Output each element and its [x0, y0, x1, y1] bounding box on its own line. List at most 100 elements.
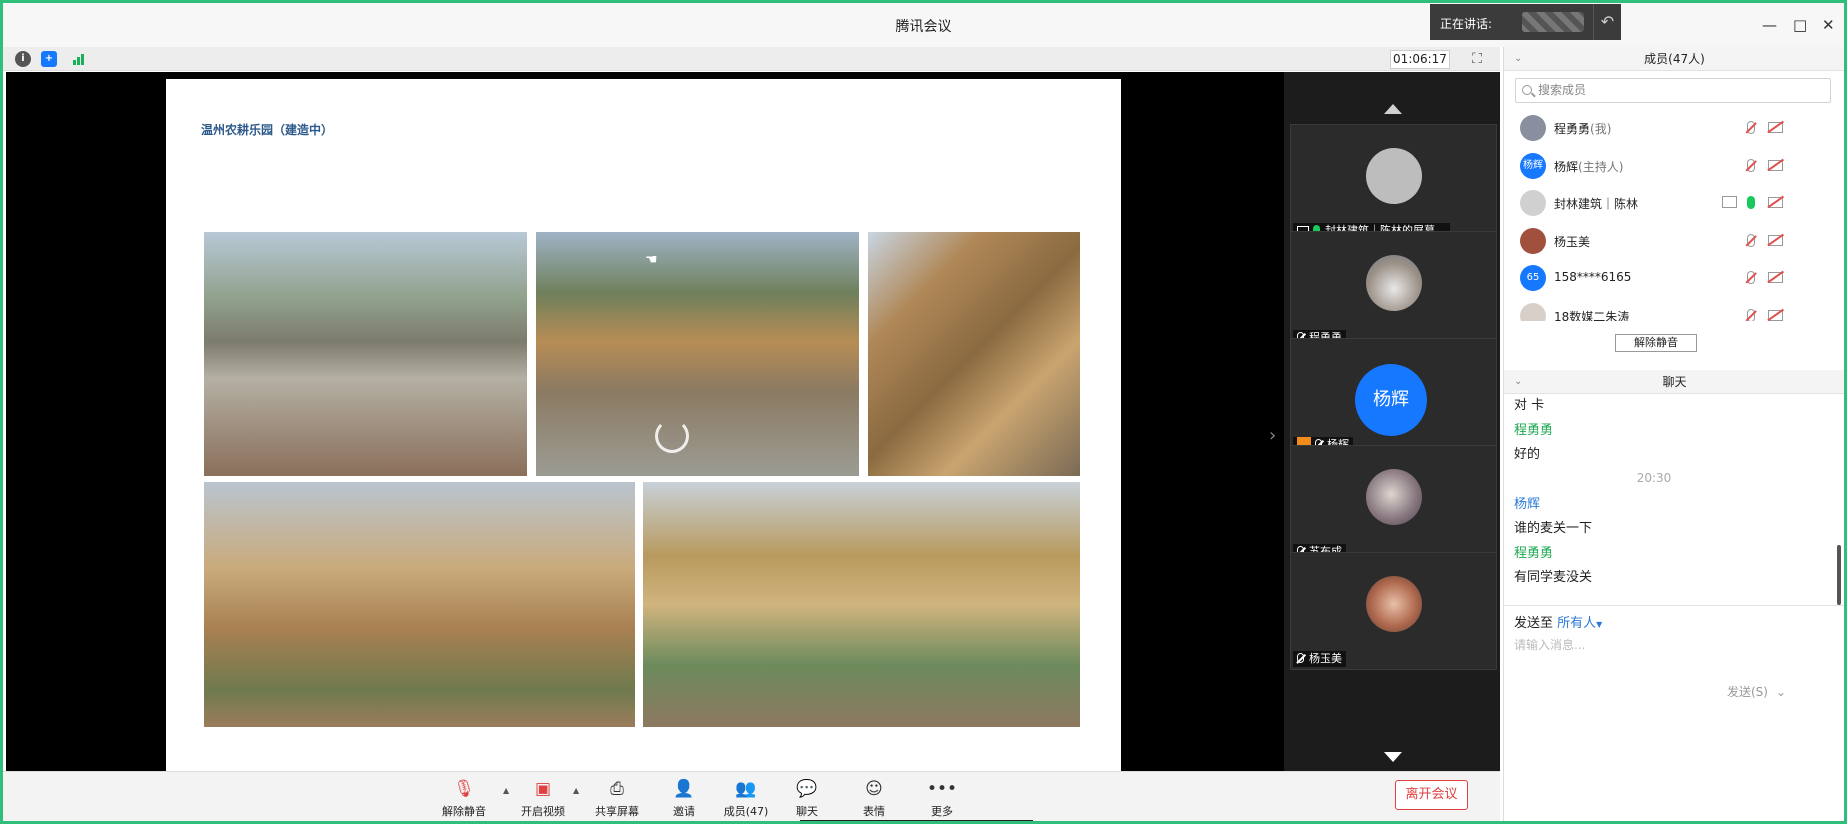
chevron-down-icon[interactable]: ⌄ — [1514, 47, 1522, 71]
chat-compose: 发送至 所有人▼ 请输入消息... 发送(S) ⌄ — [1504, 605, 1844, 821]
close-button[interactable]: ✕ — [1822, 15, 1835, 35]
mic-muted-icon[interactable] — [1747, 308, 1755, 321]
camera-off-icon[interactable] — [1768, 159, 1783, 171]
maximize-button[interactable]: □ — [1793, 15, 1807, 35]
mic-muted-icon[interactable] — [1747, 233, 1755, 247]
member-row[interactable]: 杨玉美 — [1504, 222, 1844, 260]
unmute-all-button[interactable]: 解除静音 — [1615, 334, 1697, 352]
chat-messages: 对 卡 程勇勇 好的 20:30 杨辉 谁的麦关一下 程勇勇 有同学麦没关 — [1504, 394, 1844, 602]
mic-muted-icon[interactable] — [1747, 271, 1755, 284]
camera-off-icon[interactable] — [1768, 197, 1783, 208]
member-row[interactable]: 18数媒二朱涛 — [1504, 297, 1844, 321]
invite-icon: 👤 — [673, 779, 695, 799]
avatar — [1520, 227, 1546, 254]
member-row[interactable]: 65 158****6165 — [1504, 259, 1844, 297]
chevron-down-icon[interactable]: ⌄ — [1776, 685, 1786, 699]
camera-off-icon[interactable] — [1768, 309, 1783, 321]
avatar — [1366, 255, 1422, 311]
start-video-button[interactable]: ▣ 开启视频 — [510, 778, 576, 821]
avatar — [1366, 469, 1422, 525]
more-icon: ••• — [926, 779, 958, 799]
chat-sender: 杨辉 — [1514, 497, 1541, 512]
video-tile[interactable]: 杨玉美 — [1290, 552, 1497, 670]
loading-spinner-icon — [655, 419, 689, 453]
more-button[interactable]: ••• 更多 — [909, 778, 975, 821]
avatar: 杨辉 — [1355, 364, 1427, 436]
screen-share-icon[interactable] — [1722, 196, 1737, 208]
reaction-button[interactable]: ☺ 表情 — [841, 778, 907, 821]
members-icon: 👥 — [735, 779, 757, 799]
reply-arrow-icon[interactable]: ↶ — [1593, 4, 1621, 40]
member-row[interactable]: 杨辉 杨辉(主持人) — [1504, 147, 1844, 185]
camera-off-icon[interactable] — [1768, 272, 1783, 283]
chat-icon: 💬 — [796, 779, 818, 799]
right-sidebar: ⌄ 成员(47人) 搜索成员 程勇勇(我) 杨辉 杨辉(主持人) 封林建筑｜陈林… — [1503, 47, 1844, 821]
mic-muted-icon[interactable] — [1747, 121, 1755, 134]
member-row[interactable]: 封林建筑｜陈林 — [1504, 184, 1844, 222]
send-button[interactable]: 发送(S) ⌄ — [1727, 683, 1786, 700]
minimize-button[interactable]: — — [1762, 15, 1777, 35]
message-input[interactable]: 请输入消息... — [1514, 636, 1585, 653]
unmute-button[interactable]: 🎙 解除静音 — [431, 778, 497, 821]
share-screen-button[interactable]: ⎙ 共享屏幕 — [584, 778, 650, 821]
speaking-label: 正在讲话: — [1440, 17, 1493, 31]
member-row[interactable]: 程勇勇(我) — [1504, 109, 1844, 147]
construction-photo — [643, 482, 1080, 727]
camera-off-icon[interactable] — [1768, 234, 1783, 246]
info-icon[interactable]: i — [15, 51, 31, 67]
search-members-input[interactable]: 搜索成员 — [1515, 78, 1831, 103]
members-list: 程勇勇(我) 杨辉 杨辉(主持人) 封林建筑｜陈林 杨玉美 65 158****… — [1504, 109, 1844, 321]
video-tile[interactable]: 杨辉 杨辉 — [1290, 338, 1497, 456]
chat-message: 谁的麦关一下 — [1514, 521, 1593, 536]
chat-button[interactable]: 💬 聊天 — [774, 778, 840, 821]
mic-muted-icon[interactable] — [1747, 158, 1755, 172]
emoji-icon: ☺ — [865, 779, 883, 799]
video-tile[interactable]: 苏布成 — [1290, 445, 1497, 563]
send-to-target[interactable]: 所有人 — [1557, 616, 1596, 631]
avatar — [1366, 148, 1422, 204]
camera-off-icon[interactable] — [1768, 122, 1783, 133]
title-bar: 腾讯会议 正在讲话: ↶ — □ ✕ — [3, 3, 1844, 47]
meeting-timer: 01:06:17 — [1390, 50, 1450, 69]
video-options-caret-icon[interactable]: ▲ — [573, 786, 579, 795]
scroll-down-icon[interactable] — [1384, 752, 1402, 762]
chat-header[interactable]: ⌄ 聊天 — [1504, 370, 1844, 394]
search-icon — [1522, 85, 1532, 95]
chat-message: 有同学麦没关 — [1514, 570, 1593, 585]
invite-button[interactable]: 👤 邀请 — [651, 778, 717, 821]
audio-options-caret-icon[interactable]: ▲ — [503, 786, 509, 795]
video-tile[interactable]: 封林建筑｜陈林的屏幕... — [1290, 124, 1497, 242]
chat-sender: 程勇勇 — [1514, 546, 1554, 561]
presentation-slide: 温州农耕乐园（建造中） ☚ — [166, 79, 1121, 771]
speaking-indicator: 正在讲话: ↶ — [1430, 4, 1621, 40]
caret-down-icon[interactable]: ▼ — [1596, 620, 1602, 629]
avatar — [1520, 115, 1546, 141]
avatar: 杨辉 — [1520, 152, 1546, 179]
mic-on-icon[interactable] — [1747, 196, 1755, 209]
signal-icon[interactable] — [73, 52, 87, 65]
construction-photo: ☚ — [536, 232, 859, 476]
chat-message: 对 卡 — [1514, 398, 1545, 413]
fullscreen-icon[interactable]: ⛶ — [1468, 50, 1486, 68]
construction-photo — [204, 482, 635, 727]
video-tile[interactable]: 程勇勇 — [1290, 231, 1497, 349]
shared-screen: 温州农耕乐园（建造中） ☚ › — [6, 72, 1500, 771]
collapse-panel-icon[interactable]: › — [1269, 425, 1276, 446]
send-to-selector[interactable]: 发送至 所有人▼ — [1514, 612, 1602, 631]
members-header[interactable]: ⌄ 成员(47人) — [1504, 47, 1844, 71]
meeting-info-bar: i + 01:06:17 ⛶ — [3, 47, 1500, 71]
share-screen-icon: ⎙ — [610, 779, 624, 799]
leave-meeting-button[interactable]: 离开会议 — [1395, 780, 1468, 810]
speaker-avatar — [1522, 12, 1584, 32]
members-button[interactable]: 👥 成员(47) — [713, 778, 779, 821]
hand-cursor-icon: ☚ — [645, 252, 658, 268]
chat-scrollbar[interactable] — [1837, 545, 1841, 605]
shield-icon[interactable]: + — [41, 51, 57, 67]
scroll-up-icon[interactable] — [1384, 104, 1402, 114]
chevron-down-icon[interactable]: ⌄ — [1514, 370, 1522, 394]
tile-label: 杨玉美 — [1293, 651, 1346, 667]
chat-sender: 程勇勇 — [1514, 423, 1554, 438]
construction-photo — [868, 232, 1080, 476]
chat-timestamp: 20:30 — [1636, 471, 1672, 485]
mic-muted-icon — [1297, 653, 1304, 663]
